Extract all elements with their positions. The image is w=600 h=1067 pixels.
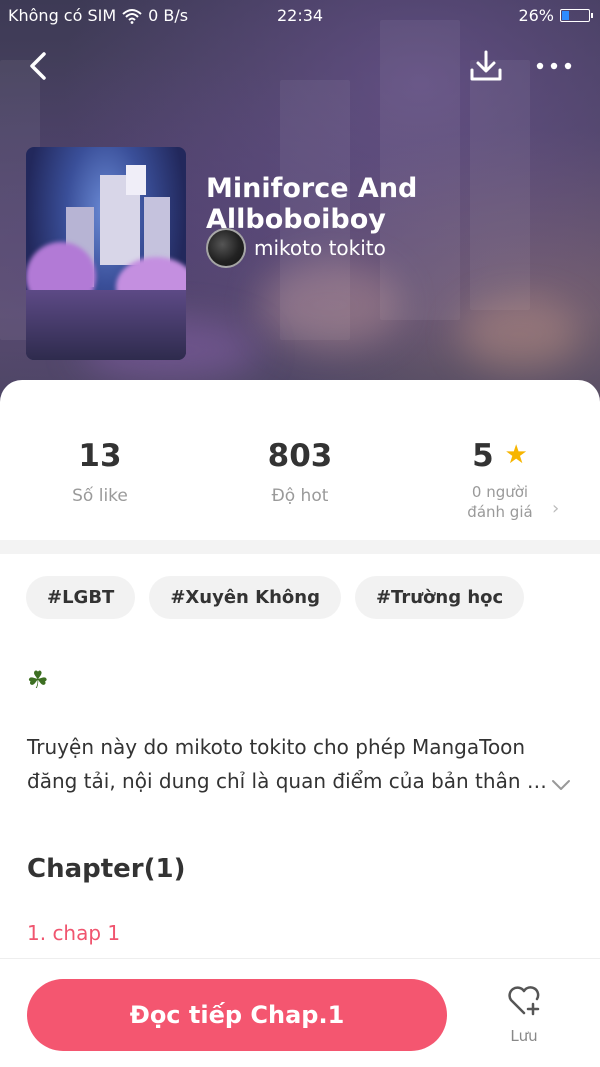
back-button[interactable] bbox=[22, 48, 58, 84]
tag-xuyen-khong[interactable]: #Xuyên Không bbox=[149, 576, 341, 619]
wifi-icon bbox=[122, 8, 142, 24]
battery-icon bbox=[560, 9, 593, 22]
status-bar: Không có SIM 0 B/s 22:34 26% bbox=[0, 0, 600, 32]
rating-count-label: 0 người đánh giá bbox=[467, 483, 533, 521]
stats-row: 13 Số like 803 Độ hot 5 ★ 0 người đánh g… bbox=[0, 380, 600, 540]
save-button[interactable]: Lưu bbox=[498, 985, 550, 1055]
star-icon: ★ bbox=[504, 440, 528, 470]
stat-rating[interactable]: 5 ★ 0 người đánh giá bbox=[400, 438, 600, 522]
author-row[interactable]: mikoto tokito bbox=[206, 228, 386, 268]
stat-likes: 13 Số like bbox=[0, 438, 200, 506]
battery-percent: 26% bbox=[518, 6, 554, 25]
tag-list: #LGBT #Xuyên Không #Trường học bbox=[26, 576, 525, 619]
chapter-heading: Chapter(1) bbox=[27, 854, 186, 884]
status-right: 26% bbox=[518, 6, 593, 25]
network-speed: 0 B/s bbox=[148, 6, 189, 25]
description-line-1: Truyện này do mikoto tokito cho phép Man… bbox=[27, 735, 526, 759]
download-icon bbox=[470, 50, 502, 81]
more-horizontal-icon bbox=[536, 62, 572, 70]
continue-reading-button[interactable]: Đọc tiếp Chap.1 bbox=[27, 979, 447, 1051]
stat-hot: 803 Độ hot bbox=[200, 438, 400, 506]
more-button[interactable] bbox=[532, 48, 576, 84]
tag-truong-hoc[interactable]: #Trường học bbox=[354, 576, 525, 619]
book-cover[interactable] bbox=[26, 147, 186, 360]
status-left: Không có SIM 0 B/s bbox=[8, 6, 188, 25]
author-avatar[interactable] bbox=[206, 228, 246, 268]
rating-value: 5 bbox=[472, 438, 494, 474]
download-button[interactable] bbox=[466, 46, 506, 86]
chapter-item[interactable]: 1. chap 1 bbox=[27, 921, 120, 945]
chevron-down-icon[interactable] bbox=[550, 778, 572, 792]
author-name[interactable]: mikoto tokito bbox=[254, 236, 386, 260]
description-line-2: đăng tải, nội dung chỉ là quan điểm của … bbox=[27, 769, 547, 793]
hot-label: Độ hot bbox=[271, 486, 329, 506]
hot-count: 803 bbox=[267, 438, 333, 474]
description[interactable]: Truyện này do mikoto tokito cho phép Man… bbox=[27, 730, 567, 798]
status-time: 22:34 bbox=[277, 6, 324, 25]
book-title: Miniforce And Allboboiboy bbox=[206, 173, 418, 235]
save-label: Lưu bbox=[510, 1027, 538, 1045]
chevron-left-icon bbox=[30, 52, 46, 80]
bottom-bar: Đọc tiếp Chap.1 Lưu bbox=[0, 958, 600, 1067]
likes-count: 13 bbox=[78, 438, 122, 474]
heart-plus-icon bbox=[508, 986, 540, 1016]
carrier-text: Không có SIM bbox=[8, 6, 117, 25]
clover-icon: ☘ bbox=[27, 666, 49, 694]
section-divider bbox=[0, 540, 600, 554]
tag-lgbt[interactable]: #LGBT bbox=[26, 576, 136, 619]
likes-label: Số like bbox=[72, 486, 128, 506]
chevron-right-icon: › bbox=[552, 498, 560, 519]
